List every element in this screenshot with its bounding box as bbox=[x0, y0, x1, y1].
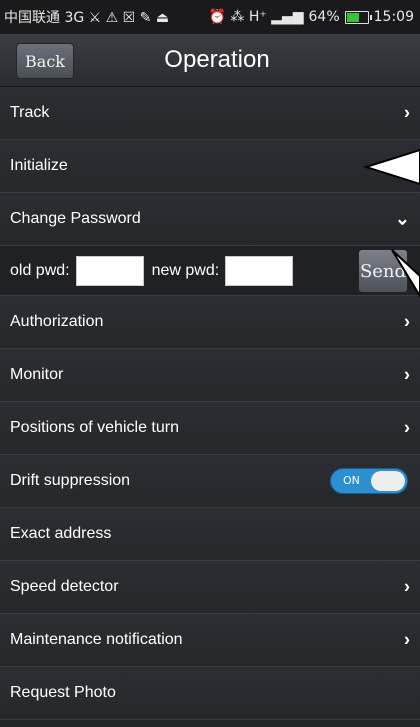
new-password-label: new pwd: bbox=[151, 261, 220, 279]
chevron-right-icon: › bbox=[404, 364, 410, 385]
menu-item-label: Drift suppression bbox=[10, 472, 131, 489]
menu-item-label: Change Password bbox=[10, 210, 141, 227]
chevron-right-icon: › bbox=[404, 629, 410, 650]
network-indicators: ⏰ ⁂ H⁺ ▂▄▆ bbox=[208, 9, 304, 25]
menu-item-authorization[interactable]: Authorization › bbox=[0, 296, 420, 349]
menu-item-label: Monitor bbox=[10, 366, 64, 383]
battery-icon bbox=[344, 10, 372, 24]
status-bar: 中国联通 3G ⚔ ⚠ ☒ ✎ ⏏ ⏰ ⁂ H⁺ ▂▄▆ 64% 15:09 bbox=[0, 0, 420, 34]
drift-suppression-toggle[interactable]: ON bbox=[330, 468, 408, 494]
menu-item-monitor[interactable]: Monitor › bbox=[0, 349, 420, 402]
menu-item-label: Positions of vehicle turn bbox=[10, 419, 179, 436]
menu-item-speed-detector[interactable]: Speed detector › bbox=[0, 561, 420, 614]
menu-item-change-password[interactable]: Change Password ⌄ bbox=[0, 193, 420, 246]
menu-item-drift-suppression: Drift suppression ON bbox=[0, 455, 420, 508]
send-button[interactable]: Send bbox=[358, 249, 408, 293]
menu-item-maintenance-notification[interactable]: Maintenance notification › bbox=[0, 614, 420, 667]
new-password-field[interactable] bbox=[225, 255, 294, 286]
menu-item-label: Speed detector bbox=[10, 578, 119, 595]
menu-item-label: Track bbox=[10, 104, 50, 121]
old-password-label: old pwd: bbox=[10, 261, 70, 279]
battery-percent: 64% bbox=[308, 9, 340, 25]
carrier-text: 中国联通 3G ⚔ ⚠ ☒ ✎ ⏏ bbox=[4, 10, 170, 26]
password-form: old pwd: new pwd: Send bbox=[0, 246, 420, 296]
nav-bar: Operation Back bbox=[0, 34, 420, 87]
menu-item-label: Exact address bbox=[10, 525, 112, 542]
chevron-right-icon: › bbox=[404, 102, 410, 123]
chevron-down-icon: ⌄ bbox=[394, 208, 410, 229]
status-indicators: ⏰ ⁂ H⁺ ▂▄▆ 64% 15:09 bbox=[209, 9, 420, 25]
chevron-right-icon: › bbox=[404, 417, 410, 438]
clock: 15:09 bbox=[373, 9, 414, 25]
menu-item-label: Request Photo bbox=[10, 684, 116, 701]
menu-item-request-photo[interactable]: Request Photo bbox=[0, 667, 420, 720]
chevron-right-icon: › bbox=[404, 311, 410, 332]
old-password-field[interactable] bbox=[75, 255, 144, 286]
toggle-state-label: ON bbox=[343, 474, 360, 487]
menu-item-track[interactable]: Track › bbox=[0, 87, 420, 140]
menu-item-label: Initialize bbox=[10, 157, 68, 174]
menu-item-label: Maintenance notification bbox=[10, 631, 183, 648]
menu-item-initialize[interactable]: Initialize bbox=[0, 140, 420, 193]
menu-item-exact-address[interactable]: Exact address bbox=[0, 508, 420, 561]
operation-list: Track › Initialize Change Password ⌄ old… bbox=[0, 87, 420, 720]
toggle-knob bbox=[371, 471, 405, 491]
back-button[interactable]: Back bbox=[16, 43, 74, 79]
chevron-right-icon: › bbox=[404, 576, 410, 597]
menu-item-label: Authorization bbox=[10, 313, 104, 330]
menu-item-positions-of-vehicle-turn[interactable]: Positions of vehicle turn › bbox=[0, 402, 420, 455]
